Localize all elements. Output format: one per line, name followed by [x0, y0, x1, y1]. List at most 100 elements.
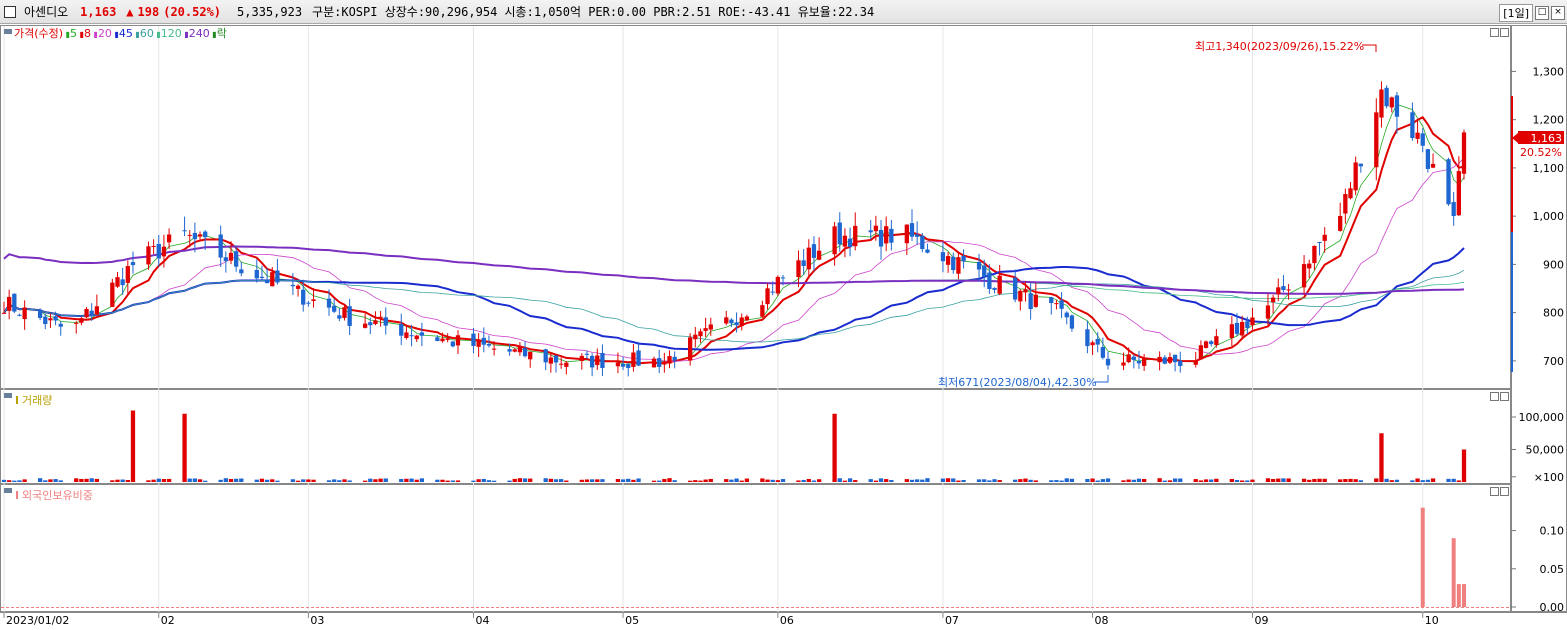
candle-body: [626, 364, 631, 369]
foreign-legend: 외국인보유비중: [4, 488, 93, 502]
volume-bar: [362, 480, 368, 482]
ma-line-5: [3, 103, 1465, 365]
volume-bar: [48, 479, 53, 482]
candle-body: [837, 222, 842, 245]
volume-bar: [543, 478, 548, 482]
candle-body: [1265, 305, 1271, 319]
candle-body: [543, 349, 548, 363]
candle-body: [775, 276, 780, 294]
candle-body: [1203, 341, 1209, 348]
price-legend-item: 20: [98, 27, 112, 40]
current-pct-tag-text: 20.52%: [1520, 146, 1562, 159]
volume-bar: [564, 480, 569, 482]
candle-body: [1209, 341, 1214, 345]
volume-bar: [471, 480, 476, 482]
volume-bar: [166, 478, 172, 482]
volume-panel-controls[interactable]: [1490, 392, 1509, 401]
volume-bar: [1095, 480, 1100, 482]
candle-body: [234, 251, 239, 267]
panel-frames: [0, 25, 1567, 613]
candle-body: [1198, 345, 1204, 360]
candle-body: [1157, 356, 1162, 363]
price-legend-item: 120: [161, 27, 182, 40]
volume-bar: [620, 479, 626, 482]
stock-chart: 1,300 1,200 1,100 1,000 900 800 700 100,000 50,0…: [0, 25, 1567, 627]
volume-bar: [878, 478, 884, 482]
volume-bar: [440, 479, 445, 482]
volume-bar: [512, 478, 517, 482]
low-annotation: 최저671(2023/08/04),42.30%: [938, 376, 1097, 389]
candle-body: [1193, 360, 1198, 365]
volume-bar: [203, 480, 208, 482]
volume-y-label: ×100: [1534, 471, 1564, 484]
price-legend-item: 240: [189, 27, 210, 40]
volume-bar: [853, 480, 858, 482]
volume-bar: [74, 478, 79, 482]
candle-body: [667, 356, 672, 364]
candle-body: [589, 355, 595, 368]
candle-body: [378, 316, 383, 318]
candle-body: [1322, 234, 1327, 241]
volume-bar: [419, 478, 425, 482]
volume-bar: [1126, 479, 1131, 482]
volume-bar: [223, 478, 228, 482]
volume-bar: [156, 478, 161, 482]
candle-body: [79, 318, 84, 323]
volume-bar: [507, 480, 512, 482]
price-panel-controls[interactable]: [1490, 28, 1509, 37]
candle-body: [1028, 293, 1033, 310]
candle-body: [295, 285, 301, 289]
candle-body: [564, 362, 569, 367]
candle-body: [17, 314, 22, 316]
price-legend-item: 락: [217, 27, 227, 40]
foreign-panel-controls[interactable]: [1490, 487, 1509, 496]
candle-body: [909, 223, 915, 237]
volume-bar: [559, 479, 564, 482]
candle-body: [110, 282, 115, 307]
candle-body: [1033, 294, 1038, 307]
volume-bar: [672, 480, 677, 482]
candle-body: [1379, 89, 1384, 118]
candle-body: [873, 225, 879, 232]
x-tick-label: 04: [475, 614, 489, 627]
volume-bar: [481, 478, 486, 482]
candle-body: [1121, 362, 1126, 366]
volume-bar: [615, 479, 621, 482]
price-legend-item: 8: [84, 27, 91, 40]
candle-body: [1389, 97, 1394, 108]
candle-body: [1270, 297, 1276, 303]
volume-bar: [1131, 479, 1136, 482]
volume-bar: [806, 478, 811, 482]
volume-bar: [703, 479, 708, 482]
price-y-label: 700: [1543, 355, 1564, 368]
candle-body: [383, 317, 388, 326]
volume-bar: [306, 479, 311, 482]
volume-bar: [445, 480, 450, 482]
volume-bar: [1013, 479, 1018, 482]
volume-bar: [79, 478, 84, 482]
volume-bar: [1064, 478, 1069, 482]
candle-body: [161, 246, 167, 257]
volume-bar: [1425, 479, 1431, 482]
volume-bar: [796, 480, 801, 482]
volume-bar: [1312, 478, 1317, 482]
candle-body: [445, 338, 450, 340]
candle-body: [1410, 112, 1415, 139]
candle-body: [275, 270, 280, 283]
x-tick-label: 06: [780, 614, 794, 627]
volume-bar: [528, 478, 533, 482]
volume-bar: [7, 480, 12, 482]
candle-body: [507, 349, 512, 352]
volume-bar: [1317, 478, 1322, 482]
candle-body: [1131, 356, 1136, 360]
current-price-tag-text: 1,163: [1531, 132, 1563, 145]
candle-body: [203, 231, 208, 238]
volume-bar: [1348, 478, 1353, 482]
x-tick-label: 09: [1254, 614, 1268, 627]
volume-bar: [1069, 478, 1075, 482]
volume-bar: [326, 480, 332, 482]
volume-bar: [522, 478, 528, 482]
candle-body: [1126, 354, 1131, 363]
volume-bar: [1250, 479, 1255, 482]
volume-bar: [909, 479, 915, 482]
